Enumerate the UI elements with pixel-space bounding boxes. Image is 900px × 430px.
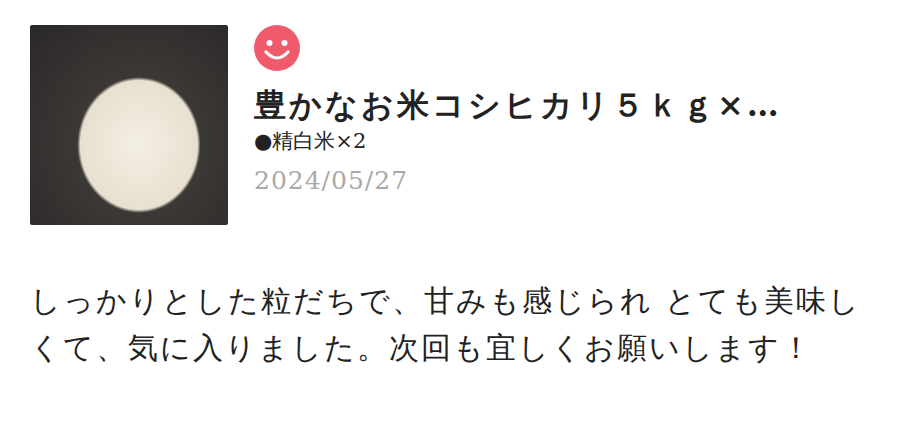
product-title[interactable]: 豊かなお米コシヒカリ５ｋｇ×… — [254, 85, 782, 125]
product-info: 豊かなお米コシヒカリ５ｋｇ×…●精白米×2 2024/05/27 — [228, 25, 782, 200]
product-image[interactable] — [30, 25, 228, 225]
review-date: 2024/05/27 — [254, 162, 782, 200]
review-text: しっかりとした粒だちで、甘みも感じられ とても美味しくて、気に入りました。次回も… — [30, 277, 870, 371]
smiley-face-icon — [254, 25, 782, 71]
product-variant: ●精白米×2 — [254, 127, 782, 156]
review-header: 豊かなお米コシヒカリ５ｋｇ×…●精白米×2 2024/05/27 — [30, 25, 870, 225]
